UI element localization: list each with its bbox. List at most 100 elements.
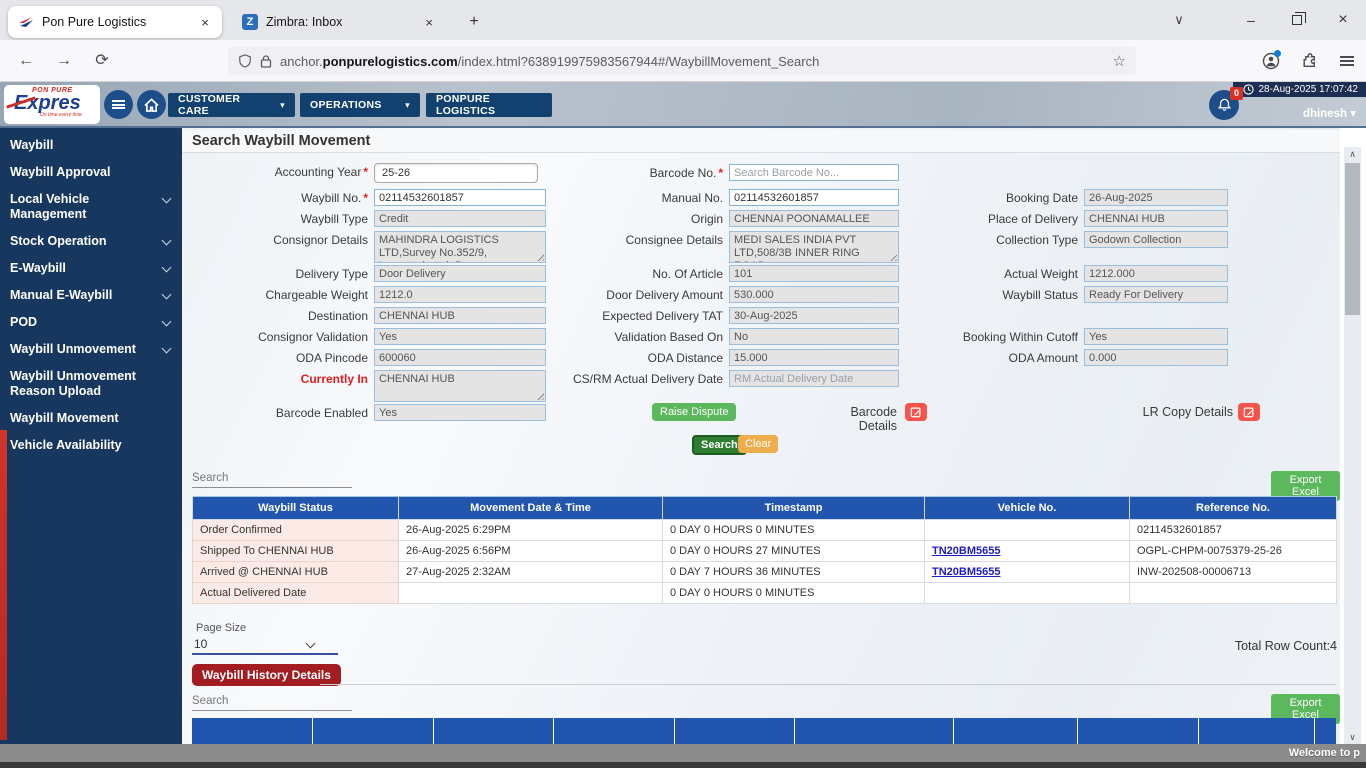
forward-button[interactable]: →	[50, 48, 78, 74]
tab-zimbra[interactable]: Z Zimbra: Inbox ×	[232, 6, 446, 38]
page-size-select[interactable]: 10	[192, 636, 338, 655]
waybill-history-details-button[interactable]: Waybill History Details	[192, 664, 341, 686]
cell-datetime: 26-Aug-2025 6:29PM	[398, 519, 663, 541]
sidebar-item-waybill-unmovement-reason-upload[interactable]: Waybill Unmovement Reason Upload	[0, 363, 182, 405]
scroll-up-icon[interactable]: ∧	[1344, 147, 1361, 161]
tab-pon-pure[interactable]: Pon Pure Logistics ×	[8, 6, 222, 38]
field-actual-weight: Actual Weight 1212.000	[878, 265, 1228, 282]
tab-title: Zimbra: Inbox	[266, 15, 343, 29]
extensions-puzzle-icon[interactable]	[1296, 49, 1322, 73]
restore-button[interactable]	[1274, 0, 1320, 40]
field-oda-amount: ODA Amount 0.000	[878, 349, 1228, 366]
sidebar-item-e-waybill[interactable]: E-Waybill	[0, 255, 182, 282]
account-notification-dot	[1274, 50, 1281, 57]
sidebar-item-waybill-unmovement[interactable]: Waybill Unmovement	[0, 336, 182, 363]
home-button[interactable]	[137, 90, 166, 119]
browser-menu-icon[interactable]	[1334, 49, 1360, 73]
back-button[interactable]: ←	[12, 48, 40, 74]
field-manual-no: Manual No.	[508, 189, 899, 206]
vehicle-no-link[interactable]: TN20BM5655	[932, 566, 1000, 578]
cell-reference	[1129, 582, 1337, 604]
sidebar-item-waybill[interactable]: Waybill	[0, 132, 182, 159]
field-oda-pincode: ODA Pincode 600060	[182, 349, 546, 366]
field-validation-based-on: Validation Based On No	[508, 328, 899, 345]
status-marquee: Welcome to p	[0, 744, 1366, 762]
restore-icon	[1292, 12, 1306, 25]
cell-reference: OGPL-CHPM-0075379-25-26	[1129, 540, 1337, 562]
field-consignee-details: Consignee Details MEDI SALES INDIA PVT L…	[508, 231, 899, 263]
field-chargeable-weight: Chargeable Weight 1212.0	[182, 286, 546, 303]
sidebar-item-vehicle-availability[interactable]: Vehicle Availability	[0, 432, 182, 459]
col-reference-no[interactable]: Reference No.	[1129, 496, 1337, 520]
home-icon	[144, 97, 159, 112]
field-accounting-year: Accounting Year *	[182, 163, 538, 183]
page-size-label: Page Size	[196, 622, 247, 634]
bookmark-star-icon[interactable]: ☆	[1113, 52, 1126, 70]
menu-operations[interactable]: OPERATIONS ▾	[300, 93, 420, 117]
chevron-down-icon	[305, 638, 316, 649]
scrollbar-zone: ∧ ∨	[1340, 128, 1366, 744]
chevron-down-icon: ▾	[405, 99, 410, 110]
barcode-details-edit-button[interactable]	[905, 403, 927, 421]
col-timestamp[interactable]: Timestamp	[662, 496, 925, 520]
user-menu[interactable]: dhinesh ▾	[1303, 106, 1356, 120]
edit-icon	[1243, 407, 1254, 418]
history-table-search-input[interactable]	[192, 691, 352, 711]
address-bar[interactable]: anchor.ponpurelogistics.com/index.html?6…	[228, 47, 1136, 75]
menu-customer-care[interactable]: CUSTOMER CARE ▾	[168, 93, 295, 117]
close-window-button[interactable]: ×	[1320, 0, 1366, 40]
field-collection-type: Collection Type Godown Collection	[878, 231, 1228, 248]
raise-dispute-button[interactable]: Raise Dispute	[652, 403, 737, 421]
notification-badge: 0	[1230, 87, 1243, 100]
cell-datetime: 27-Aug-2025 2:32AM	[398, 561, 663, 583]
table-row: Arrived @ CHENNAI HUB 27-Aug-2025 2:32AM…	[192, 561, 1337, 583]
new-tab-button[interactable]: +	[462, 10, 486, 34]
sidebar-item-waybill-movement[interactable]: Waybill Movement	[0, 405, 182, 432]
sidebar-decoration	[0, 430, 7, 740]
zimbra-favicon-icon: Z	[242, 14, 258, 30]
lr-copy-details-edit-button[interactable]	[1238, 403, 1260, 421]
shield-icon[interactable]	[238, 53, 252, 69]
barcode-no-input[interactable]	[729, 164, 899, 181]
oda-distance-value: 15.000	[729, 349, 899, 366]
sidebar-item-manual-e-waybill[interactable]: Manual E-Waybill	[0, 282, 182, 309]
clear-button[interactable]: Clear	[738, 435, 779, 453]
notifications-button[interactable]: 0	[1209, 87, 1243, 120]
sidebar-item-local-vehicle-management[interactable]: Local Vehicle Management	[0, 186, 182, 228]
manual-no-input[interactable]	[729, 189, 899, 206]
col-movement-datetime[interactable]: Movement Date & Time	[398, 496, 663, 520]
rm-actual-delivery-date-input[interactable]	[729, 370, 899, 387]
bell-icon	[1217, 98, 1231, 111]
app-header: PON PURE Expres On time every time CUSTO…	[0, 82, 1366, 128]
sidebar-item-waybill-approval[interactable]: Waybill Approval	[0, 159, 182, 186]
ponpure-express-logo[interactable]: PON PURE Expres On time every time	[4, 85, 100, 124]
lock-icon[interactable]	[260, 54, 272, 69]
menu-ponpure-logistics[interactable]: PONPURE LOGISTICS	[426, 93, 552, 117]
tab-close-icon[interactable]: ×	[198, 15, 212, 30]
vehicle-no-link[interactable]: TN20BM5655	[932, 545, 1000, 557]
sidebar-item-pod[interactable]: POD	[0, 309, 182, 336]
lr-copy-details-label: LR Copy Details	[1142, 405, 1233, 419]
cell-status: Order Confirmed	[192, 519, 399, 541]
minimize-button[interactable]: –	[1228, 0, 1274, 40]
cell-status: Shipped To CHENNAI HUB	[192, 540, 399, 562]
vertical-scrollbar[interactable]: ∧ ∨	[1344, 147, 1361, 744]
table-row: Order Confirmed 26-Aug-2025 6:29PM 0 DAY…	[192, 519, 1337, 541]
tab-list-chevron-icon[interactable]: ∨	[1156, 0, 1202, 40]
movement-table-search-input[interactable]	[192, 468, 352, 488]
cell-timestamp: 0 DAY 0 HOURS 0 MINUTES	[662, 582, 925, 604]
scroll-down-icon[interactable]: ∨	[1344, 730, 1361, 744]
app-menu-button[interactable]	[104, 90, 133, 119]
col-waybill-status[interactable]: Waybill Status	[192, 496, 399, 520]
sidebar-item-stock-operation[interactable]: Stock Operation	[0, 228, 182, 255]
no-of-article-value: 101	[729, 265, 899, 282]
field-rm-actual-delivery-date: CS/RM Actual Delivery Date	[508, 370, 899, 387]
field-consignor-details: Consignor Details MAHINDRA LOGISTICS LTD…	[182, 231, 546, 263]
reload-button[interactable]: ⟳	[88, 48, 116, 74]
tab-close-icon[interactable]: ×	[422, 15, 436, 30]
scrollbar-thumb[interactable]	[1345, 163, 1360, 315]
cell-vehicle	[924, 582, 1130, 604]
account-icon[interactable]	[1258, 49, 1284, 73]
cell-vehicle	[924, 519, 1130, 541]
col-vehicle-no[interactable]: Vehicle No.	[924, 496, 1130, 520]
